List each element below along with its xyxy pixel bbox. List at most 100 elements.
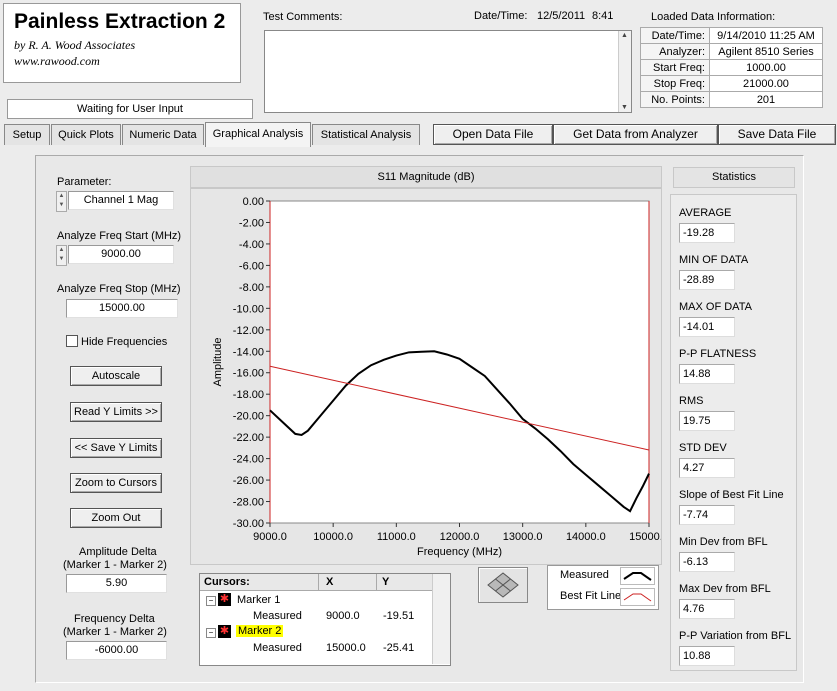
- loaded-info-row: No. Points: 201: [640, 91, 823, 108]
- plot-area: [269, 200, 650, 524]
- stat-value: -6.13: [679, 552, 735, 572]
- stat-value: 14.88: [679, 364, 735, 384]
- x-tick-label: 14000.0: [566, 531, 606, 543]
- freq-start-spinner[interactable]: ▲ ▼: [56, 245, 67, 266]
- marker1-label[interactable]: Marker 1: [237, 594, 280, 606]
- stat-label: P-P Variation from BFL: [679, 630, 792, 642]
- marker2-x: 15000.0: [326, 642, 366, 654]
- stat-value: 4.76: [679, 599, 735, 619]
- stat-label: RMS: [679, 395, 704, 407]
- cursor-diamond-icon[interactable]: [479, 568, 527, 602]
- stat-value: -28.89: [679, 270, 735, 290]
- stat-label: MIN OF DATA: [679, 254, 749, 266]
- marker2-icon: ✱: [218, 625, 231, 638]
- stat-label: Min Dev from BFL: [679, 536, 768, 548]
- status-field: Waiting for User Input: [7, 99, 253, 119]
- collapse-icon[interactable]: −: [206, 596, 216, 606]
- datetime-label: Date/Time:: [474, 10, 528, 22]
- test-comments-input[interactable]: ▲ ▼: [264, 30, 632, 113]
- marker1-icon: ✱: [218, 593, 231, 606]
- y-tick-label: -6.00: [239, 260, 264, 272]
- zoom-to-cursors-button[interactable]: Zoom to Cursors: [70, 473, 162, 493]
- loaded-info-value: 21000.00: [709, 75, 823, 92]
- y-tick-label: -22.00: [233, 432, 264, 444]
- parameter-select[interactable]: Channel 1 Mag: [68, 191, 174, 210]
- y-axis-label: Amplitude: [212, 338, 224, 387]
- comments-scrollbar[interactable]: ▲ ▼: [618, 31, 631, 112]
- zoom-out-button[interactable]: Zoom Out: [70, 508, 162, 528]
- x-tick-label: 12000.0: [440, 531, 480, 543]
- loaded-info-label: Analyzer:: [640, 43, 710, 60]
- y-tick-label: -10.00: [233, 303, 264, 315]
- stat-value: -19.28: [679, 223, 735, 243]
- loaded-info-row: Stop Freq: 21000.00: [640, 75, 823, 92]
- loaded-info-value: 1000.00: [709, 59, 823, 76]
- y-tick-label: -2.00: [239, 217, 264, 229]
- hide-frequencies-checkbox[interactable]: [66, 335, 78, 347]
- parameter-spinner[interactable]: ▲ ▼: [56, 191, 67, 212]
- y-tick-label: -12.00: [233, 325, 264, 337]
- freq-stop-input[interactable]: 15000.00: [66, 299, 178, 318]
- y-tick-label: -4.00: [239, 239, 264, 251]
- marker2-y: -25.41: [383, 642, 415, 654]
- amplitude-delta-sublabel: (Marker 1 - Marker 2): [63, 559, 167, 571]
- y-tick-label: -14.00: [233, 346, 264, 358]
- loaded-info-value: 201: [709, 91, 823, 108]
- scroll-up-icon[interactable]: ▲: [621, 32, 628, 39]
- col-divider: [318, 574, 319, 590]
- stat-label: MAX OF DATA: [679, 301, 752, 313]
- stat-value: 4.27: [679, 458, 735, 478]
- legend-bestfit-swatch: [620, 588, 655, 606]
- cursors-scrollbar[interactable]: [432, 574, 450, 664]
- get-data-from-analyzer-button[interactable]: Get Data from Analyzer: [553, 124, 718, 145]
- marker2-label[interactable]: Marker 2: [236, 625, 284, 637]
- x-tick-label: 10000.0: [313, 531, 353, 543]
- frequency-delta-value: -6000.00: [66, 641, 167, 660]
- loaded-info-row: Start Freq: 1000.00: [640, 59, 823, 76]
- open-data-file-button[interactable]: Open Data File: [433, 124, 553, 145]
- read-y-limits-button[interactable]: Read Y Limits >>: [70, 402, 162, 422]
- legend-bestfit-label: Best Fit Line: [560, 590, 622, 602]
- col-divider: [376, 574, 377, 590]
- amplitude-delta-value: 5.90: [66, 574, 167, 593]
- cursors-header-row: Cursors: X Y: [200, 574, 450, 591]
- loaded-info-label: Date/Time:: [640, 27, 710, 44]
- loaded-info-row: Date/Time: 9/14/2010 11:25 AM: [640, 27, 823, 44]
- collapse-icon[interactable]: −: [206, 628, 216, 638]
- legend-measured-label: Measured: [560, 569, 609, 581]
- x-axis-label: Frequency (MHz): [417, 546, 502, 558]
- scroll-down-icon[interactable]: ▼: [621, 104, 628, 111]
- loaded-info-value: Agilent 8510 Series: [709, 43, 823, 60]
- x-tick-label: 11000.0: [377, 531, 416, 543]
- cursor-move-control[interactable]: [478, 567, 528, 603]
- x-tick-label: 9000.0: [253, 531, 287, 543]
- tab-graphical-analysis[interactable]: Graphical Analysis: [205, 122, 311, 147]
- y-tick-label: 0.00: [243, 196, 264, 208]
- y-tick-label: -28.00: [233, 497, 264, 509]
- y-tick-label: -30.00: [233, 518, 264, 530]
- save-y-limits-button[interactable]: << Save Y Limits: [70, 438, 162, 458]
- stat-value: 10.88: [679, 646, 735, 666]
- tab-quick-plots[interactable]: Quick Plots: [51, 124, 121, 145]
- frequency-delta-label: Frequency Delta: [74, 613, 155, 625]
- app-url: www.rawood.com: [14, 54, 100, 68]
- cursors-col-x: X: [326, 576, 334, 588]
- marker1-measured: Measured: [253, 610, 302, 622]
- cursors-panel: Cursors: X Y − ✱ Marker 1 Measured 9000.…: [199, 573, 451, 666]
- save-data-file-button[interactable]: Save Data File: [718, 124, 836, 145]
- loaded-info-label: Start Freq:: [640, 59, 710, 76]
- loaded-info-label: Stop Freq:: [640, 75, 710, 92]
- tab-setup[interactable]: Setup: [4, 124, 50, 145]
- freq-start-input[interactable]: 9000.00: [68, 245, 174, 264]
- autoscale-button[interactable]: Autoscale: [70, 366, 162, 386]
- tab-statistical-analysis[interactable]: Statistical Analysis: [312, 124, 420, 145]
- loaded-info-row: Analyzer: Agilent 8510 Series: [640, 43, 823, 60]
- app-byline: by R. A. Wood Associates: [14, 38, 136, 52]
- stat-value: -7.74: [679, 505, 735, 525]
- stat-label: P-P FLATNESS: [679, 348, 757, 360]
- tab-numeric-data[interactable]: Numeric Data: [122, 124, 204, 145]
- s11-magnitude-chart[interactable]: 0.00 -2.00 -4.00 -6.00 -8.00 -10.00 -12.00 -14.…: [191, 189, 661, 564]
- legend-measured-swatch: [620, 567, 655, 585]
- loaded-data-table: Date/Time: 9/14/2010 11:25 AM Analyzer: Agi…: [640, 27, 823, 108]
- app-title: Painless Extraction 2: [14, 10, 226, 33]
